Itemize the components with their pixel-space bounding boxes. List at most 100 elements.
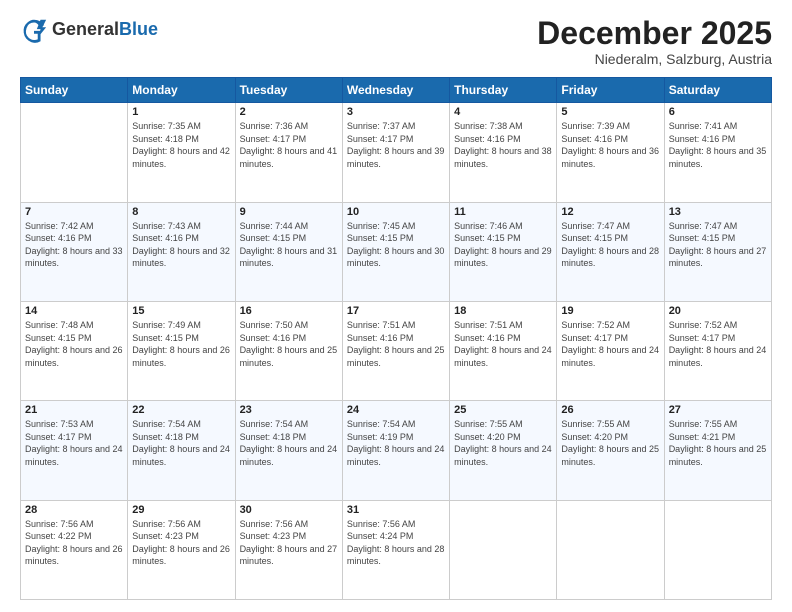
day-info: Sunrise: 7:52 AMSunset: 4:17 PMDaylight:… xyxy=(561,319,659,369)
calendar-cell: 3 Sunrise: 7:37 AMSunset: 4:17 PMDaylight… xyxy=(342,103,449,202)
day-number: 18 xyxy=(454,305,552,317)
calendar-cell: 30 Sunrise: 7:56 AMSunset: 4:23 PMDayligh… xyxy=(235,500,342,599)
col-header-friday: Friday xyxy=(557,78,664,103)
day-info: Sunrise: 7:56 AMSunset: 4:23 PMDaylight:… xyxy=(240,518,338,568)
calendar-cell: 1 Sunrise: 7:35 AMSunset: 4:18 PMDaylight… xyxy=(128,103,235,202)
day-number: 19 xyxy=(561,305,659,317)
calendar-cell: 12 Sunrise: 7:47 AMSunset: 4:15 PMDayligh… xyxy=(557,202,664,301)
calendar-week-2: 7 Sunrise: 7:42 AMSunset: 4:16 PMDaylight… xyxy=(21,202,772,301)
calendar-cell: 14 Sunrise: 7:48 AMSunset: 4:15 PMDayligh… xyxy=(21,301,128,400)
col-header-wednesday: Wednesday xyxy=(342,78,449,103)
day-number: 12 xyxy=(561,206,659,218)
day-number: 13 xyxy=(669,206,767,218)
day-info: Sunrise: 7:47 AMSunset: 4:15 PMDaylight:… xyxy=(669,220,767,270)
day-number: 26 xyxy=(561,404,659,416)
day-number: 21 xyxy=(25,404,123,416)
calendar-cell: 17Sunrise: 7:51 AMSunset: 4:16 PMDayligh… xyxy=(342,301,449,400)
calendar-week-3: 14 Sunrise: 7:48 AMSunset: 4:15 PMDayligh… xyxy=(21,301,772,400)
day-number: 9 xyxy=(240,206,338,218)
day-number: 16 xyxy=(240,305,338,317)
calendar-cell: 19 Sunrise: 7:52 AMSunset: 4:17 PMDayligh… xyxy=(557,301,664,400)
calendar-cell: 25 Sunrise: 7:55 AMSunset: 4:20 PMDayligh… xyxy=(450,401,557,500)
calendar-cell: 13 Sunrise: 7:47 AMSunset: 4:15 PMDayligh… xyxy=(664,202,771,301)
calendar-week-4: 21 Sunrise: 7:53 AMSunset: 4:17 PMDayligh… xyxy=(21,401,772,500)
day-info: Sunrise: 7:55 AMSunset: 4:20 PMDaylight:… xyxy=(454,418,552,468)
day-number: 15 xyxy=(132,305,230,317)
header: GeneralBlue December 2025 Niederalm, Sal… xyxy=(20,16,772,67)
calendar-cell: 28 Sunrise: 7:56 AMSunset: 4:22 PMDayligh… xyxy=(21,500,128,599)
day-info: Sunrise: 7:44 AMSunset: 4:15 PMDaylight:… xyxy=(240,220,338,270)
day-number: 3 xyxy=(347,106,445,118)
day-number: 14 xyxy=(25,305,123,317)
col-header-tuesday: Tuesday xyxy=(235,78,342,103)
day-info: Sunrise: 7:37 AMSunset: 4:17 PMDaylight:… xyxy=(347,120,445,170)
day-info: Sunrise: 7:55 AMSunset: 4:20 PMDaylight:… xyxy=(561,418,659,468)
calendar-cell: 29Sunrise: 7:56 AMSunset: 4:23 PMDayligh… xyxy=(128,500,235,599)
day-info: Sunrise: 7:47 AMSunset: 4:15 PMDaylight:… xyxy=(561,220,659,270)
day-info: Sunrise: 7:41 AMSunset: 4:16 PMDaylight:… xyxy=(669,120,767,170)
calendar-table: SundayMondayTuesdayWednesdayThursdayFrid… xyxy=(20,77,772,600)
calendar-cell: 31Sunrise: 7:56 AMSunset: 4:24 PMDayligh… xyxy=(342,500,449,599)
day-info: Sunrise: 7:46 AMSunset: 4:15 PMDaylight:… xyxy=(454,220,552,270)
day-number: 28 xyxy=(25,504,123,516)
calendar-page: GeneralBlue December 2025 Niederalm, Sal… xyxy=(0,0,792,612)
month-title: December 2025 xyxy=(537,16,772,51)
day-number: 2 xyxy=(240,106,338,118)
calendar-cell: 8 Sunrise: 7:43 AMSunset: 4:16 PMDaylight… xyxy=(128,202,235,301)
calendar-cell: 2Sunrise: 7:36 AMSunset: 4:17 PMDaylight… xyxy=(235,103,342,202)
day-info: Sunrise: 7:55 AMSunset: 4:21 PMDaylight:… xyxy=(669,418,767,468)
day-info: Sunrise: 7:51 AMSunset: 4:16 PMDaylight:… xyxy=(454,319,552,369)
day-info: Sunrise: 7:45 AMSunset: 4:15 PMDaylight:… xyxy=(347,220,445,270)
day-number: 5 xyxy=(561,106,659,118)
day-number: 22 xyxy=(132,404,230,416)
day-number: 7 xyxy=(25,206,123,218)
day-info: Sunrise: 7:56 AMSunset: 4:24 PMDaylight:… xyxy=(347,518,445,568)
calendar-cell: 5Sunrise: 7:39 AMSunset: 4:16 PMDaylight… xyxy=(557,103,664,202)
logo-blue: Blue xyxy=(119,20,158,40)
location-subtitle: Niederalm, Salzburg, Austria xyxy=(537,51,772,67)
calendar-cell: 4 Sunrise: 7:38 AMSunset: 4:16 PMDaylight… xyxy=(450,103,557,202)
day-number: 10 xyxy=(347,206,445,218)
day-number: 20 xyxy=(669,305,767,317)
calendar-cell: 10 Sunrise: 7:45 AMSunset: 4:15 PMDayligh… xyxy=(342,202,449,301)
calendar-cell: 27Sunrise: 7:55 AMSunset: 4:21 PMDayligh… xyxy=(664,401,771,500)
col-header-saturday: Saturday xyxy=(664,78,771,103)
day-info: Sunrise: 7:38 AMSunset: 4:16 PMDaylight:… xyxy=(454,120,552,170)
col-header-monday: Monday xyxy=(128,78,235,103)
day-info: Sunrise: 7:43 AMSunset: 4:16 PMDaylight:… xyxy=(132,220,230,270)
calendar-cell: 16 Sunrise: 7:50 AMSunset: 4:16 PMDayligh… xyxy=(235,301,342,400)
day-number: 1 xyxy=(132,106,230,118)
day-info: Sunrise: 7:54 AMSunset: 4:19 PMDaylight:… xyxy=(347,418,445,468)
day-number: 6 xyxy=(669,106,767,118)
day-info: Sunrise: 7:54 AMSunset: 4:18 PMDaylight:… xyxy=(240,418,338,468)
calendar-cell: 18 Sunrise: 7:51 AMSunset: 4:16 PMDayligh… xyxy=(450,301,557,400)
calendar-cell xyxy=(450,500,557,599)
day-info: Sunrise: 7:54 AMSunset: 4:18 PMDaylight:… xyxy=(132,418,230,468)
calendar-cell: 21 Sunrise: 7:53 AMSunset: 4:17 PMDayligh… xyxy=(21,401,128,500)
calendar-cell: 7 Sunrise: 7:42 AMSunset: 4:16 PMDaylight… xyxy=(21,202,128,301)
calendar-cell: 20Sunrise: 7:52 AMSunset: 4:17 PMDayligh… xyxy=(664,301,771,400)
calendar-cell: 11Sunrise: 7:46 AMSunset: 4:15 PMDayligh… xyxy=(450,202,557,301)
calendar-cell xyxy=(664,500,771,599)
day-number: 25 xyxy=(454,404,552,416)
day-info: Sunrise: 7:53 AMSunset: 4:17 PMDaylight:… xyxy=(25,418,123,468)
calendar-week-5: 28 Sunrise: 7:56 AMSunset: 4:22 PMDayligh… xyxy=(21,500,772,599)
day-number: 17 xyxy=(347,305,445,317)
calendar-cell xyxy=(557,500,664,599)
calendar-cell: 6 Sunrise: 7:41 AMSunset: 4:16 PMDaylight… xyxy=(664,103,771,202)
day-info: Sunrise: 7:50 AMSunset: 4:16 PMDaylight:… xyxy=(240,319,338,369)
calendar-cell: 9 Sunrise: 7:44 AMSunset: 4:15 PMDaylight… xyxy=(235,202,342,301)
day-info: Sunrise: 7:56 AMSunset: 4:22 PMDaylight:… xyxy=(25,518,123,568)
day-number: 24 xyxy=(347,404,445,416)
day-number: 30 xyxy=(240,504,338,516)
calendar-cell: 26 Sunrise: 7:55 AMSunset: 4:20 PMDayligh… xyxy=(557,401,664,500)
day-info: Sunrise: 7:35 AMSunset: 4:18 PMDaylight:… xyxy=(132,120,230,170)
title-block: December 2025 Niederalm, Salzburg, Austr… xyxy=(537,16,772,67)
col-header-sunday: Sunday xyxy=(21,78,128,103)
day-info: Sunrise: 7:48 AMSunset: 4:15 PMDaylight:… xyxy=(25,319,123,369)
logo: GeneralBlue xyxy=(20,16,158,44)
day-number: 4 xyxy=(454,106,552,118)
logo-text: GeneralBlue xyxy=(52,20,158,40)
day-number: 8 xyxy=(132,206,230,218)
day-info: Sunrise: 7:42 AMSunset: 4:16 PMDaylight:… xyxy=(25,220,123,270)
